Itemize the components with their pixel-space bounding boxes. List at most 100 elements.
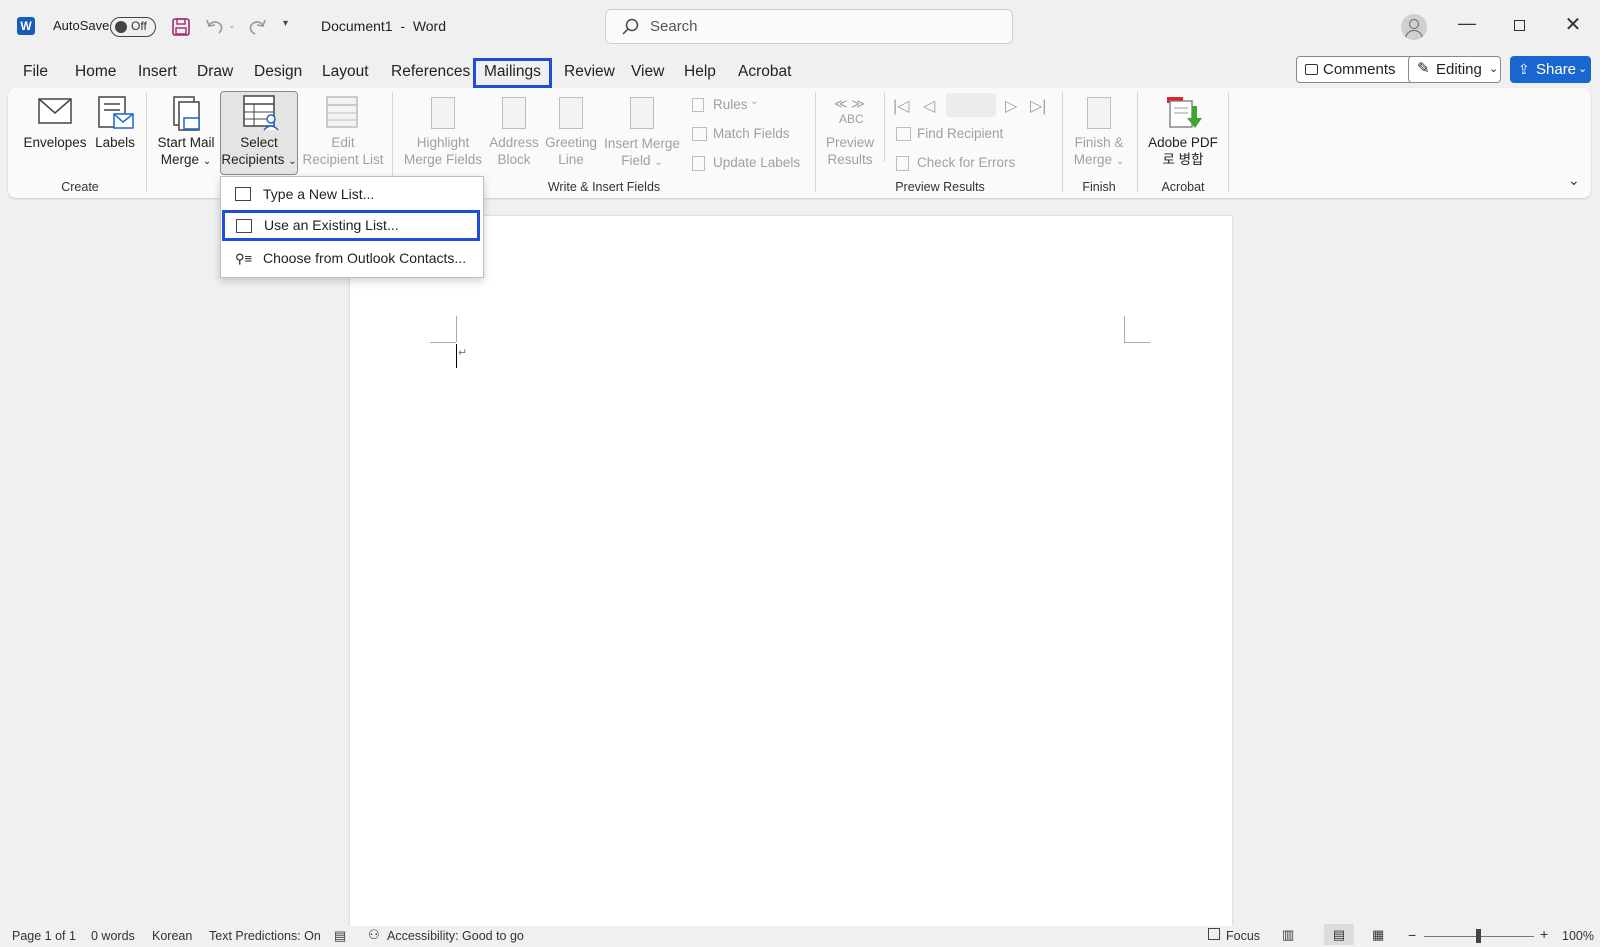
edit-recipient-list-button[interactable]: Edit Recipient List xyxy=(300,94,386,174)
group-finish-label: Finish xyxy=(1082,180,1116,194)
word-count[interactable]: 0 words xyxy=(91,929,135,943)
text-cursor xyxy=(456,344,457,368)
restore-icon[interactable] xyxy=(1514,20,1525,31)
adobe-pdf-merge-button[interactable]: Adobe PDF 로 병합 xyxy=(1142,94,1224,174)
first-record-icon[interactable]: |◁ xyxy=(893,96,909,116)
edit-list-icon xyxy=(326,96,358,128)
update-labels-button[interactable]: Update Labels xyxy=(692,154,812,174)
tab-review[interactable]: Review xyxy=(564,60,615,84)
print-layout-icon[interactable]: ▤ xyxy=(1324,924,1354,945)
menu-item-use-existing-list[interactable]: Use an Existing List... xyxy=(222,210,480,241)
track-changes-icon[interactable]: ▤ xyxy=(334,928,346,944)
tab-insert[interactable]: Insert xyxy=(138,60,177,84)
tab-mailings[interactable]: Mailings xyxy=(473,58,552,88)
read-mode-icon[interactable]: ▥ xyxy=(1282,927,1294,943)
undo-icon[interactable] xyxy=(204,17,226,37)
menu-item-type-new-list[interactable]: Type a New List... xyxy=(221,179,483,210)
customize-toolbar-icon[interactable]: ▾ xyxy=(283,18,288,29)
tab-view[interactable]: View xyxy=(631,60,664,84)
document-page[interactable]: ↵ xyxy=(350,216,1232,926)
zoom-in-icon[interactable]: + xyxy=(1540,926,1548,942)
tab-layout[interactable]: Layout xyxy=(322,60,369,84)
envelopes-button[interactable]: Envelopes xyxy=(20,94,90,174)
start-mail-merge-label-2: Merge ⌄ xyxy=(160,152,212,167)
edit-recipient-list-label-1: Edit xyxy=(331,135,355,150)
select-recipients-label-1: Select xyxy=(240,135,278,150)
insert-merge-field-button[interactable]: Insert Merge Field ⌄ xyxy=(602,94,682,174)
document-merge-icon xyxy=(173,96,200,131)
menu-item-outlook-contacts[interactable]: ⚲≡ Choose from Outlook Contacts... xyxy=(221,243,483,274)
collapse-ribbon-icon[interactable]: ⌄ xyxy=(1568,172,1580,189)
menu-item-label: Type a New List... xyxy=(263,186,375,202)
record-number-input[interactable] xyxy=(946,93,996,117)
focus-icon xyxy=(1208,928,1220,940)
edit-recipient-list-label-2: Recipient List xyxy=(302,152,384,167)
language[interactable]: Korean xyxy=(152,929,192,943)
save-icon[interactable] xyxy=(171,17,191,37)
group-create-label: Create xyxy=(61,180,99,194)
web-layout-icon[interactable]: ▦ xyxy=(1372,927,1384,943)
page-count[interactable]: Page 1 of 1 xyxy=(12,929,76,943)
autosave-toggle[interactable]: Off xyxy=(110,17,156,37)
recipients-table-icon xyxy=(243,95,279,131)
zoom-out-icon[interactable]: − xyxy=(1408,927,1416,943)
preview-chevrons-icon: ≪ ≫ xyxy=(834,96,865,111)
highlight-fields-icon xyxy=(431,97,455,129)
tab-home[interactable]: Home xyxy=(75,60,116,84)
highlight-merge-fields-button[interactable]: Highlight Merge Fields xyxy=(400,94,486,174)
text-predictions[interactable]: Text Predictions: On xyxy=(209,929,321,943)
tab-acrobat[interactable]: Acrobat xyxy=(738,60,791,84)
tab-file[interactable]: File xyxy=(23,60,48,84)
address-block-button[interactable]: Address Block xyxy=(486,94,542,174)
match-fields-label: Match Fields xyxy=(713,126,790,141)
focus-button[interactable]: Focus xyxy=(1226,929,1260,943)
autosave-state: Off xyxy=(131,19,147,33)
chevron-down-icon: ⌄ xyxy=(1489,63,1499,75)
accessibility-status[interactable]: Accessibility: Good to go xyxy=(387,929,524,943)
search-icon xyxy=(622,18,639,35)
labels-icon xyxy=(98,96,134,129)
existing-list-icon xyxy=(236,219,252,233)
check-for-errors-button[interactable]: Check for Errors xyxy=(896,154,1036,174)
zoom-level[interactable]: 100% xyxy=(1562,929,1594,943)
select-recipients-button[interactable]: Select Recipients ⌄ xyxy=(220,91,298,175)
labels-button[interactable]: Labels xyxy=(90,94,140,174)
ribbon-separator xyxy=(815,92,816,192)
tab-draw[interactable]: Draw xyxy=(197,60,233,84)
envelope-icon xyxy=(38,98,72,124)
margin-mark-top-right xyxy=(1124,316,1125,342)
zoom-slider-thumb[interactable] xyxy=(1476,929,1481,943)
last-record-icon[interactable]: ▷| xyxy=(1030,96,1046,116)
greeting-line-button[interactable]: Greeting Line xyxy=(542,94,600,174)
editing-button[interactable]: ✎ Editing ⌄ xyxy=(1408,56,1501,83)
group-preview-results-label: Preview Results xyxy=(895,180,985,194)
status-bar: Page 1 of 1 0 words Korean Text Predicti… xyxy=(0,924,1600,947)
search-placeholder: Search xyxy=(650,18,698,35)
comments-button[interactable]: Comments xyxy=(1296,56,1426,83)
tab-design[interactable]: Design xyxy=(254,60,302,84)
rules-button[interactable]: Rules ⌄ xyxy=(692,96,782,116)
find-recipient-button[interactable]: Find Recipient xyxy=(896,125,1036,145)
comments-label: Comments xyxy=(1323,61,1396,78)
finish-merge-button[interactable]: Finish & Merge ⌄ xyxy=(1068,94,1130,174)
next-record-icon[interactable]: ▷ xyxy=(1005,96,1017,116)
autosave-label: AutoSave xyxy=(53,18,110,33)
search-box[interactable]: Search xyxy=(605,9,1013,44)
close-icon[interactable]: ✕ xyxy=(1550,12,1596,37)
redo-icon[interactable] xyxy=(246,17,268,37)
tab-references[interactable]: References xyxy=(391,60,470,84)
tab-help[interactable]: Help xyxy=(684,60,716,84)
share-button[interactable]: ⇪ Share ⌄ xyxy=(1510,56,1591,83)
group-acrobat-label: Acrobat xyxy=(1161,180,1205,194)
toggle-knob xyxy=(115,21,127,33)
preview-results-label-1: Preview xyxy=(825,135,874,150)
match-fields-button[interactable]: Match Fields xyxy=(692,125,812,145)
adobe-pdf-icon xyxy=(1167,97,1202,128)
start-mail-merge-button[interactable]: Start Mail Merge ⌄ xyxy=(152,94,220,174)
undo-dropdown-icon[interactable]: ⌄ xyxy=(228,20,236,31)
minimize-icon[interactable]: — xyxy=(1444,13,1490,34)
editing-label: Editing xyxy=(1436,61,1482,78)
account-avatar[interactable] xyxy=(1401,14,1427,40)
previous-record-icon[interactable]: ◁ xyxy=(923,96,935,116)
preview-results-button[interactable]: ≪ ≫ ABC Preview Results xyxy=(820,94,880,174)
